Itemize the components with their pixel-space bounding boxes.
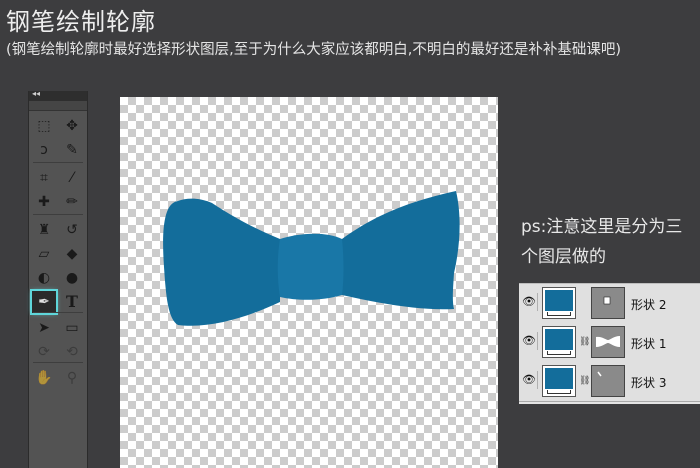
annotation-line-1: ps:注意这里是分为三: [521, 217, 683, 237]
page-subtitle: (钢笔绘制轮廓时最好选择形状图层,至于为什么大家应该都明白,不明白的最好还是补补…: [6, 42, 622, 58]
visibility-eye-icon[interactable]: 👁: [521, 371, 538, 389]
page-title: 钢笔绘制轮廓: [6, 8, 156, 36]
hand-tool-icon[interactable]: ✋: [32, 367, 56, 389]
layer-color-fill: [545, 329, 573, 350]
tool-row: ♜ ↺: [29, 219, 87, 241]
layer-row[interactable]: 👁 ⛓ 形状 3: [519, 362, 700, 402]
tool-group-divider: [33, 162, 83, 163]
layer-thumbnail: [542, 365, 576, 397]
annotation-line-2: 个图层做的: [521, 247, 606, 267]
layer-row[interactable]: 👁 ⛓ 形状 1: [519, 323, 700, 363]
path-selection-tool-icon[interactable]: ➤: [32, 317, 56, 339]
layer-color-fill: [545, 290, 573, 311]
eyedropper-tool-icon[interactable]: ⁄: [60, 167, 84, 189]
layer-color-fill: [545, 368, 573, 389]
layer-name: 形状 1: [631, 337, 667, 351]
zoom-tool-icon[interactable]: ⚲: [60, 367, 84, 389]
eraser-tool-icon[interactable]: ▱: [32, 243, 56, 265]
tool-group-divider: [33, 312, 83, 313]
bow-knot: [277, 233, 344, 300]
tools-panel-collapse[interactable]: ◂◂: [29, 89, 87, 101]
brush-tool-icon[interactable]: ✏: [60, 191, 84, 213]
move-tool-icon[interactable]: ✥: [60, 115, 84, 137]
tool-group-divider: [33, 362, 83, 363]
marquee-tool-icon[interactable]: ⬚: [32, 115, 56, 137]
bow-left-wing: [163, 198, 280, 326]
shape-tool-icon[interactable]: ▭: [60, 317, 84, 339]
tool-row: ⌗ ⁄: [29, 167, 87, 189]
3d-rotate-tool-icon[interactable]: ⟳: [32, 341, 56, 363]
layers-panel: 👁 形状 2 👁 ⛓ 形状 1 👁 ⛓ 形状 3: [519, 283, 700, 404]
3d-orbit-tool-icon[interactable]: ⟲: [60, 341, 84, 363]
pen-tool-icon[interactable]: ✒: [30, 289, 58, 315]
crop-tool-icon[interactable]: ⌗: [32, 167, 56, 189]
tool-row: ✒ T: [29, 289, 87, 315]
tool-row: ✋ ⚲: [29, 367, 87, 389]
clone-stamp-tool-icon[interactable]: ♜: [32, 219, 56, 241]
tool-row: ▱ ◆: [29, 243, 87, 265]
visibility-eye-icon[interactable]: 👁: [521, 332, 538, 350]
shape-layer-marker: [547, 390, 571, 394]
tool-row: ✚ ✏: [29, 191, 87, 213]
bow-tie-artwork: [163, 191, 460, 326]
dodge-tool-icon[interactable]: ●: [60, 267, 84, 289]
collapse-icon: ◂◂: [32, 89, 41, 98]
shape-layer-marker: [547, 351, 571, 355]
vector-mask-thumbnail[interactable]: [591, 326, 625, 358]
tool-row: ↄ ✎: [29, 139, 87, 161]
tool-group-divider: [33, 214, 83, 215]
tool-row: ⟳ ⟲: [29, 341, 87, 363]
quick-selection-tool-icon[interactable]: ✎: [60, 139, 84, 161]
annotation-note: ps:注意这里是分为三 个图层做的: [521, 212, 682, 272]
layer-name: 形状 3: [631, 376, 667, 390]
paint-bucket-tool-icon[interactable]: ◆: [60, 243, 84, 265]
healing-brush-tool-icon[interactable]: ✚: [32, 191, 56, 213]
history-brush-tool-icon[interactable]: ↺: [60, 219, 84, 241]
layer-thumbnail: [542, 326, 576, 358]
link-chain-icon[interactable]: ⛓: [579, 376, 590, 386]
tools-panel-header[interactable]: [29, 101, 87, 111]
layer-row[interactable]: 👁 形状 2: [519, 284, 700, 324]
link-chain-icon[interactable]: ⛓: [579, 337, 590, 347]
tool-row: ➤ ▭: [29, 317, 87, 339]
visibility-eye-icon[interactable]: 👁: [521, 293, 538, 311]
tools-panel: ◂◂ ⬚ ✥ ↄ ✎ ⌗ ⁄ ✚ ✏ ♜ ↺ ▱ ◆ ◐ ● ✒ T ➤ ▭ ⟳ ⟲ ✋ ⚲: [28, 89, 88, 468]
layer-thumbnail: [542, 287, 576, 319]
document-canvas[interactable]: [120, 97, 498, 468]
vector-mask-thumbnail[interactable]: [591, 365, 625, 397]
tool-row: ◐ ●: [29, 267, 87, 289]
tool-row: ⬚ ✥: [29, 115, 87, 137]
lasso-tool-icon[interactable]: ↄ: [32, 139, 56, 161]
layer-name: 形状 2: [631, 298, 667, 312]
shape-layer-marker: [547, 312, 571, 316]
vector-mask-thumbnail[interactable]: [591, 287, 625, 319]
bow-right-wing: [342, 191, 460, 310]
type-tool-icon[interactable]: T: [60, 291, 84, 313]
blur-tool-icon[interactable]: ◐: [32, 267, 56, 289]
